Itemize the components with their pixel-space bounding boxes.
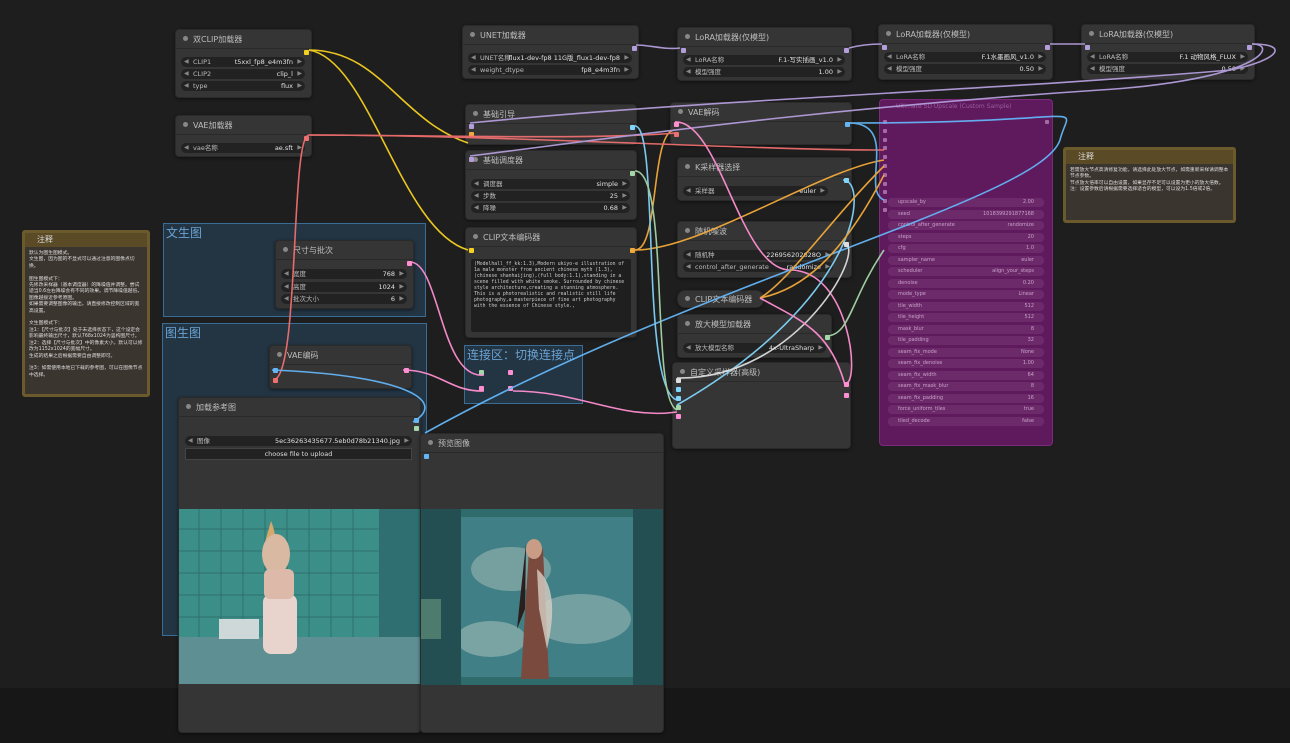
wire-vae [272,134,310,381]
wire-latent [512,390,678,415]
wire-image [271,369,426,423]
wire-sigmas [634,170,678,411]
wire-upscale [825,249,885,337]
wire-vae [308,134,885,151]
wire-model [469,43,1264,157]
connection-wires [271,43,1276,434]
wire-clip [308,49,469,144]
wire-model [635,44,681,50]
wire-latent [409,261,485,376]
wire-sampler [676,179,855,406]
wire-clip [308,49,469,251]
wire-model [469,43,1276,124]
wire-cond [759,165,885,299]
wire-sampler [634,125,678,401]
wire-model [848,43,883,49]
wire-image [424,115,1068,434]
wire-latent [759,297,846,386]
